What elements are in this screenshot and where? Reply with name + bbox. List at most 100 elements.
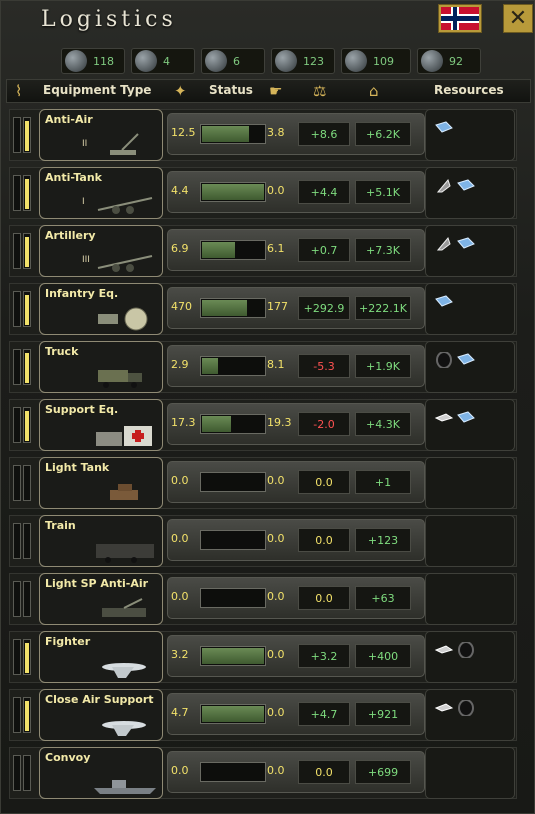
light-tank-icon	[110, 484, 138, 500]
status-panel: 6.9 6.1 +0.7 +7.3K	[167, 229, 425, 271]
gauge-fill-level	[25, 411, 29, 441]
country-flag-button[interactable]	[438, 4, 482, 33]
status-header[interactable]: Status	[209, 83, 253, 97]
equipment-card[interactable]: Infantry Eq.	[39, 283, 163, 335]
rubber-icon	[205, 50, 227, 72]
net-change-value: +8.6	[298, 122, 350, 146]
aluminium-icon	[434, 700, 454, 716]
stockpile-gauge	[11, 753, 39, 793]
equipment-name: Close Air Support	[45, 693, 154, 706]
stockpile-total: +123	[355, 528, 411, 552]
status-panel: 0.0 0.0 0.0 +699	[167, 751, 425, 793]
oil-drop-icon	[65, 50, 87, 72]
production-value: 470	[171, 300, 192, 313]
resource-bar: 118 4 6 123 109 92	[61, 48, 481, 76]
stockpile-total: +222.1K	[355, 296, 411, 320]
equipment-card[interactable]: Anti-Air II	[39, 109, 163, 161]
resource-steel[interactable]: 109	[341, 48, 411, 74]
production-value: 0.0	[171, 474, 189, 487]
equipment-card[interactable]: Artillery III	[39, 225, 163, 277]
close-button[interactable]: ✕	[503, 4, 533, 33]
equipment-name: Truck	[45, 345, 79, 358]
window-title: Logistics	[41, 7, 177, 32]
gauge-bar-empty	[13, 175, 21, 211]
equipment-card[interactable]: Fighter	[39, 631, 163, 683]
status-panel: 4.7 0.0 +4.7 +921	[167, 693, 425, 735]
balance-slider	[200, 530, 266, 550]
rubber-icon	[434, 351, 454, 369]
equipment-row: Anti-Tank I 4.4 0.0 +4.4 +5.1K	[9, 167, 517, 219]
rubber-icon	[456, 641, 476, 659]
equipment-name: Anti-Tank	[45, 171, 102, 184]
resources-box	[425, 109, 515, 161]
stockpile-total: +400	[355, 644, 411, 668]
equipment-row: Truck 2.9 8.1 -5.3 +1.9K	[9, 341, 517, 393]
equipment-name: Light Tank	[45, 461, 110, 474]
equipment-level: III	[82, 255, 90, 265]
resources-box	[425, 631, 515, 683]
stockpile-gauge	[11, 173, 39, 213]
machine-gun-icon	[98, 307, 148, 331]
gauge-fill-level	[25, 237, 29, 267]
tungsten-icon	[275, 50, 297, 72]
balance-slider	[200, 588, 266, 608]
resources-box	[425, 167, 515, 219]
equipment-card[interactable]: Light SP Anti-Air	[39, 573, 163, 625]
aluminium-icon	[434, 410, 454, 426]
equipment-card[interactable]: Convoy	[39, 747, 163, 799]
net-change-value: 0.0	[298, 586, 350, 610]
steel-icon	[456, 236, 476, 252]
resource-chromium[interactable]: 92	[417, 48, 481, 74]
gauge-bar-empty	[13, 755, 21, 791]
gauge-bar-fill	[23, 233, 31, 269]
equipment-type-header[interactable]: Equipment Type	[43, 83, 151, 97]
chromium-icon	[421, 50, 443, 72]
production-value: 17.3	[171, 416, 196, 429]
stockpile-total: +5.1K	[355, 180, 411, 204]
convoy-icon	[94, 780, 156, 794]
status-panel: 0.0 0.0 0.0 +1	[167, 461, 425, 503]
resource-tungsten[interactable]: 123	[271, 48, 335, 74]
stockpile-total: +6.2K	[355, 122, 411, 146]
resource-value: 123	[303, 54, 324, 68]
stockpile-total: +7.3K	[355, 238, 411, 262]
stockpile-total: +921	[355, 702, 411, 726]
resources-box	[425, 573, 515, 625]
resource-oil[interactable]: 118	[61, 48, 125, 74]
consumption-value: 0.0	[267, 474, 285, 487]
balance-fill	[202, 358, 219, 374]
equipment-card[interactable]: Support Eq.	[39, 399, 163, 451]
status-panel: 470 177 +292.9 +222.1K	[167, 287, 425, 329]
net-change-value: +4.4	[298, 180, 350, 204]
balance-fill	[202, 648, 264, 664]
cas-icon	[102, 721, 146, 736]
equipment-row: Light Tank 0.0 0.0 0.0 +1	[9, 457, 517, 509]
equipment-card[interactable]: Anti-Tank I	[39, 167, 163, 219]
consumption-value: 0.0	[267, 532, 285, 545]
resource-rubber[interactable]: 6	[201, 48, 265, 74]
consumption-value: 177	[267, 300, 288, 313]
factory-icon: ⌂	[369, 82, 379, 100]
production-value: 0.0	[171, 532, 189, 545]
gauge-bar-fill	[23, 407, 31, 443]
consumption-value: 0.0	[267, 764, 285, 777]
equipment-row: Close Air Support 4.7 0.0 +4.7 +921	[9, 689, 517, 741]
production-value: 6.9	[171, 242, 189, 255]
resources-box	[425, 747, 515, 799]
equipment-card[interactable]: Truck	[39, 341, 163, 393]
resource-aluminium[interactable]: 4	[131, 48, 195, 74]
equipment-card[interactable]: Train	[39, 515, 163, 567]
gauge-bar-fill	[23, 117, 31, 153]
close-icon: ✕	[508, 5, 528, 31]
stockpile-gauge	[11, 579, 39, 619]
balance-slider	[200, 762, 266, 782]
production-value: 0.0	[171, 764, 189, 777]
equipment-card[interactable]: Close Air Support	[39, 689, 163, 741]
equipment-row: Artillery III 6.9 6.1 +0.7 +7.3K	[9, 225, 517, 277]
equipment-card[interactable]: Light Tank	[39, 457, 163, 509]
stockpile-gauge	[11, 463, 39, 503]
equipment-name: Light SP Anti-Air	[45, 577, 149, 590]
production-value: 4.7	[171, 706, 189, 719]
resource-value: 4	[163, 54, 170, 68]
resources-header[interactable]: Resources	[434, 83, 504, 97]
